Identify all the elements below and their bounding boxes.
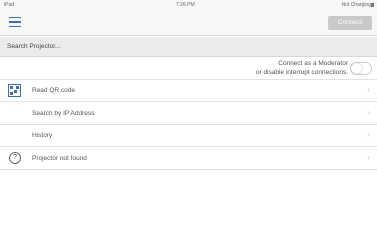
moderator-row: Connect as a Moderator or disable interr… bbox=[0, 57, 377, 80]
empty-content-area bbox=[0, 170, 377, 249]
chevron-right-icon: › bbox=[367, 108, 370, 117]
chevron-right-icon: › bbox=[367, 85, 370, 94]
help-icon: ? bbox=[9, 152, 21, 164]
qr-code-icon bbox=[8, 84, 21, 97]
chevron-right-icon: › bbox=[367, 130, 370, 139]
list-item-read-qr-code[interactable]: Read QR code › bbox=[0, 80, 377, 102]
search-bar[interactable]: Search Projector... bbox=[0, 37, 377, 57]
list-item-search-by-ip[interactable]: Search by IP Address › bbox=[0, 103, 377, 125]
battery-status: Not Charging bbox=[341, 2, 371, 8]
moderator-line-1: Connect as a Moderator bbox=[278, 60, 348, 67]
search-placeholder: Search Projector... bbox=[7, 43, 61, 50]
chevron-right-icon: › bbox=[367, 153, 370, 162]
menu-icon[interactable] bbox=[9, 17, 21, 28]
list-item-label: Projector not found bbox=[32, 155, 87, 162]
carrier-label: iPad bbox=[4, 2, 15, 8]
navigation-bar: Connect bbox=[0, 10, 377, 36]
list-item-history[interactable]: History › bbox=[0, 125, 377, 147]
list-item-label: Read QR code bbox=[32, 87, 75, 94]
list-item-label: History bbox=[32, 132, 53, 139]
list-item-label: Search by IP Address bbox=[32, 110, 95, 117]
status-bar: iPad 7:26 PM Not Charging bbox=[0, 0, 377, 10]
battery-icon bbox=[371, 3, 374, 7]
moderator-description: Connect as a Moderator or disable interr… bbox=[256, 59, 348, 77]
clock: 7:26 PM bbox=[176, 2, 195, 8]
connect-button[interactable]: Connect bbox=[328, 16, 372, 30]
list-item-projector-not-found[interactable]: ? Projector not found › bbox=[0, 148, 377, 170]
moderator-line-2: or disable interrupt connections. bbox=[255, 69, 348, 76]
toggle-knob bbox=[351, 63, 362, 74]
moderator-toggle[interactable] bbox=[350, 62, 372, 75]
